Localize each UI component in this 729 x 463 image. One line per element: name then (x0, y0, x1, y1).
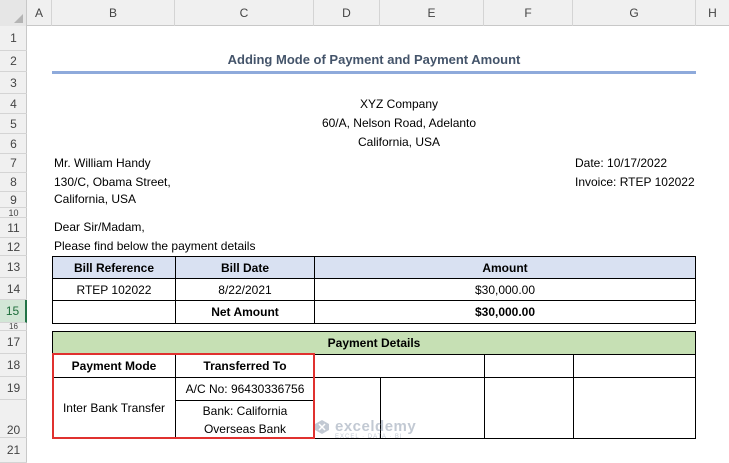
column-header-e[interactable]: E (380, 0, 484, 26)
row-header-4[interactable]: 4 (0, 94, 27, 114)
row-header-19[interactable]: 19 (0, 377, 27, 400)
column-header-f[interactable]: F (484, 0, 573, 26)
row-header-14[interactable]: 14 (0, 278, 27, 300)
bill-reference-cell[interactable]: RTEP 102022 (52, 278, 176, 301)
row-header-3[interactable]: 3 (0, 72, 27, 94)
payment-header-de[interactable] (314, 354, 485, 378)
sheet-title: Adding Mode of Payment and Payment Amoun… (227, 52, 521, 67)
row-header-16[interactable]: 16 (0, 323, 27, 331)
watermark-tagline: EXCEL · DATA · BI (335, 434, 403, 440)
watermark-name: exceldemy (335, 418, 417, 435)
payment-header-f[interactable] (484, 354, 574, 378)
row-header-8[interactable]: 8 (0, 173, 27, 192)
row-header-11[interactable]: 11 (0, 218, 27, 238)
payment-details-title[interactable]: Payment Details (52, 331, 696, 355)
bill-reference-header[interactable]: Bill Reference (52, 256, 176, 279)
payment-cell-f[interactable] (484, 377, 574, 439)
highlight-box (52, 353, 315, 439)
row-header-7[interactable]: 7 (0, 154, 27, 173)
row-header-18[interactable]: 18 (0, 354, 27, 377)
intro-text: Please find below the payment details (54, 239, 256, 253)
row-header-17[interactable]: 17 (0, 331, 27, 354)
bill-date-cell[interactable]: 8/22/2021 (175, 278, 315, 301)
row-header-13[interactable]: 13 (0, 256, 27, 278)
amount-cell[interactable]: $30,000.00 (314, 278, 696, 301)
row-header-10[interactable]: 10 (0, 208, 27, 218)
row-header-20[interactable]: 20 (0, 400, 27, 438)
net-amount-value[interactable]: $30,000.00 (314, 300, 696, 324)
recipient-city: California, USA (54, 192, 137, 206)
recipient-name: Mr. William Handy (54, 156, 151, 170)
column-header-h[interactable]: H (696, 0, 729, 26)
invoice-number: Invoice: RTEP 102022 (575, 175, 695, 189)
row-header-6[interactable]: 6 (0, 134, 27, 154)
greeting: Dear Sir/Madam, (54, 220, 145, 234)
net-amount-empty-cell[interactable] (52, 300, 176, 324)
row-header-21[interactable]: 21 (0, 438, 27, 463)
row-header-1[interactable]: 1 (0, 26, 27, 51)
title-underline (52, 71, 696, 74)
exceldemy-logo-icon (315, 419, 329, 434)
bill-date-header[interactable]: Bill Date (175, 256, 315, 279)
column-header-c[interactable]: C (175, 0, 314, 26)
row-header-12[interactable]: 12 (0, 238, 27, 256)
row-header-15[interactable]: 15 (0, 300, 27, 323)
watermark: exceldemy EXCEL · DATA · BI (314, 418, 417, 440)
payment-cell-g[interactable] (573, 377, 696, 439)
column-header-d[interactable]: D (314, 0, 380, 26)
row-header-2[interactable]: 2 (0, 51, 27, 72)
company-address-line2: California, USA (357, 135, 441, 149)
recipient-street: 130/C, Obama Street, (54, 175, 171, 189)
row-header-9[interactable]: 9 (0, 192, 27, 208)
invoice-date: Date: 10/17/2022 (575, 156, 668, 170)
company-address-line1: 60/A, Nelson Road, Adelanto (321, 116, 477, 130)
column-header-a[interactable]: A (27, 0, 52, 26)
net-amount-label[interactable]: Net Amount (175, 300, 315, 324)
select-all-corner[interactable] (0, 0, 27, 26)
column-header-b[interactable]: B (52, 0, 175, 26)
row-header-5[interactable]: 5 (0, 114, 27, 134)
column-header-g[interactable]: G (573, 0, 696, 26)
company-name: XYZ Company (359, 97, 439, 111)
payment-header-g[interactable] (573, 354, 696, 378)
amount-header[interactable]: Amount (314, 256, 696, 279)
column-header-bar: A B C D E F G H (0, 0, 729, 26)
